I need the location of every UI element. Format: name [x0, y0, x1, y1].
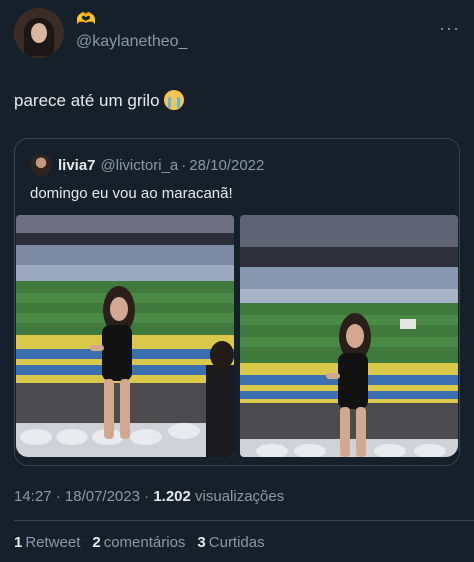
comments-count: 2 [92, 534, 101, 551]
views-label: visualizações [195, 488, 285, 505]
views-count: 1.202 [153, 488, 191, 505]
tweet-text-content: parece até um grilo [14, 91, 160, 110]
comments-label: comentários [103, 534, 186, 551]
avatar[interactable] [14, 8, 64, 58]
quoted-author-handle[interactable]: @livictori_a [101, 157, 179, 174]
tweet-header: 🫶 @kaylanetheo_ ··· [14, 8, 460, 58]
avatar-face [31, 23, 47, 43]
tweet-text: parece até um grilo [14, 90, 184, 111]
likes-count: 3 [197, 534, 206, 551]
author-handle[interactable]: @kaylanetheo_ [76, 33, 187, 51]
retweets-count: 1 [14, 534, 23, 551]
meta-separator-1: · [55, 488, 61, 505]
tweet-page: 🫶 @kaylanetheo_ ··· parece até um grilo … [0, 0, 474, 562]
comments-stat[interactable]: 2 comentários [92, 534, 185, 551]
retweets-stat[interactable]: 1 Retweet [14, 534, 80, 551]
quoted-tweet[interactable]: livia7 @livictori_a · 28/10/2022 domingo… [14, 138, 460, 466]
tweet-time[interactable]: 14:27 [14, 488, 52, 505]
heart-hands-emoji: 🫶 [76, 11, 96, 28]
retweets-label: Retweet [25, 534, 81, 551]
tweet-date[interactable]: 18/07/2023 [65, 488, 140, 505]
quoted-photo-2[interactable] [240, 215, 458, 457]
crying-face-emoji [163, 90, 184, 110]
quoted-tweet-text: domingo eu vou ao maracanã! [30, 185, 233, 202]
meta-separator-2: · [144, 488, 150, 505]
divider [14, 520, 474, 521]
tweet-meta: 14:27 · 18/07/2023 · 1.202 visualizações [14, 488, 284, 505]
stadium-photo-1 [16, 215, 234, 457]
quoted-separator: · [181, 156, 187, 174]
quoted-photo-1[interactable] [16, 215, 234, 457]
engagement-stats: 1 Retweet 2 comentários 3 Curtidas [14, 534, 265, 551]
stadium-photo-2 [240, 215, 458, 457]
quoted-avatar[interactable] [30, 154, 52, 176]
quoted-tweet-header: livia7 @livictori_a · 28/10/2022 [30, 153, 264, 177]
quoted-author-name[interactable]: livia7 [58, 157, 96, 174]
more-options-icon[interactable]: ··· [439, 18, 460, 39]
likes-stat[interactable]: 3 Curtidas [197, 534, 264, 551]
quoted-date[interactable]: 28/10/2022 [189, 157, 264, 174]
likes-label: Curtidas [208, 534, 265, 551]
